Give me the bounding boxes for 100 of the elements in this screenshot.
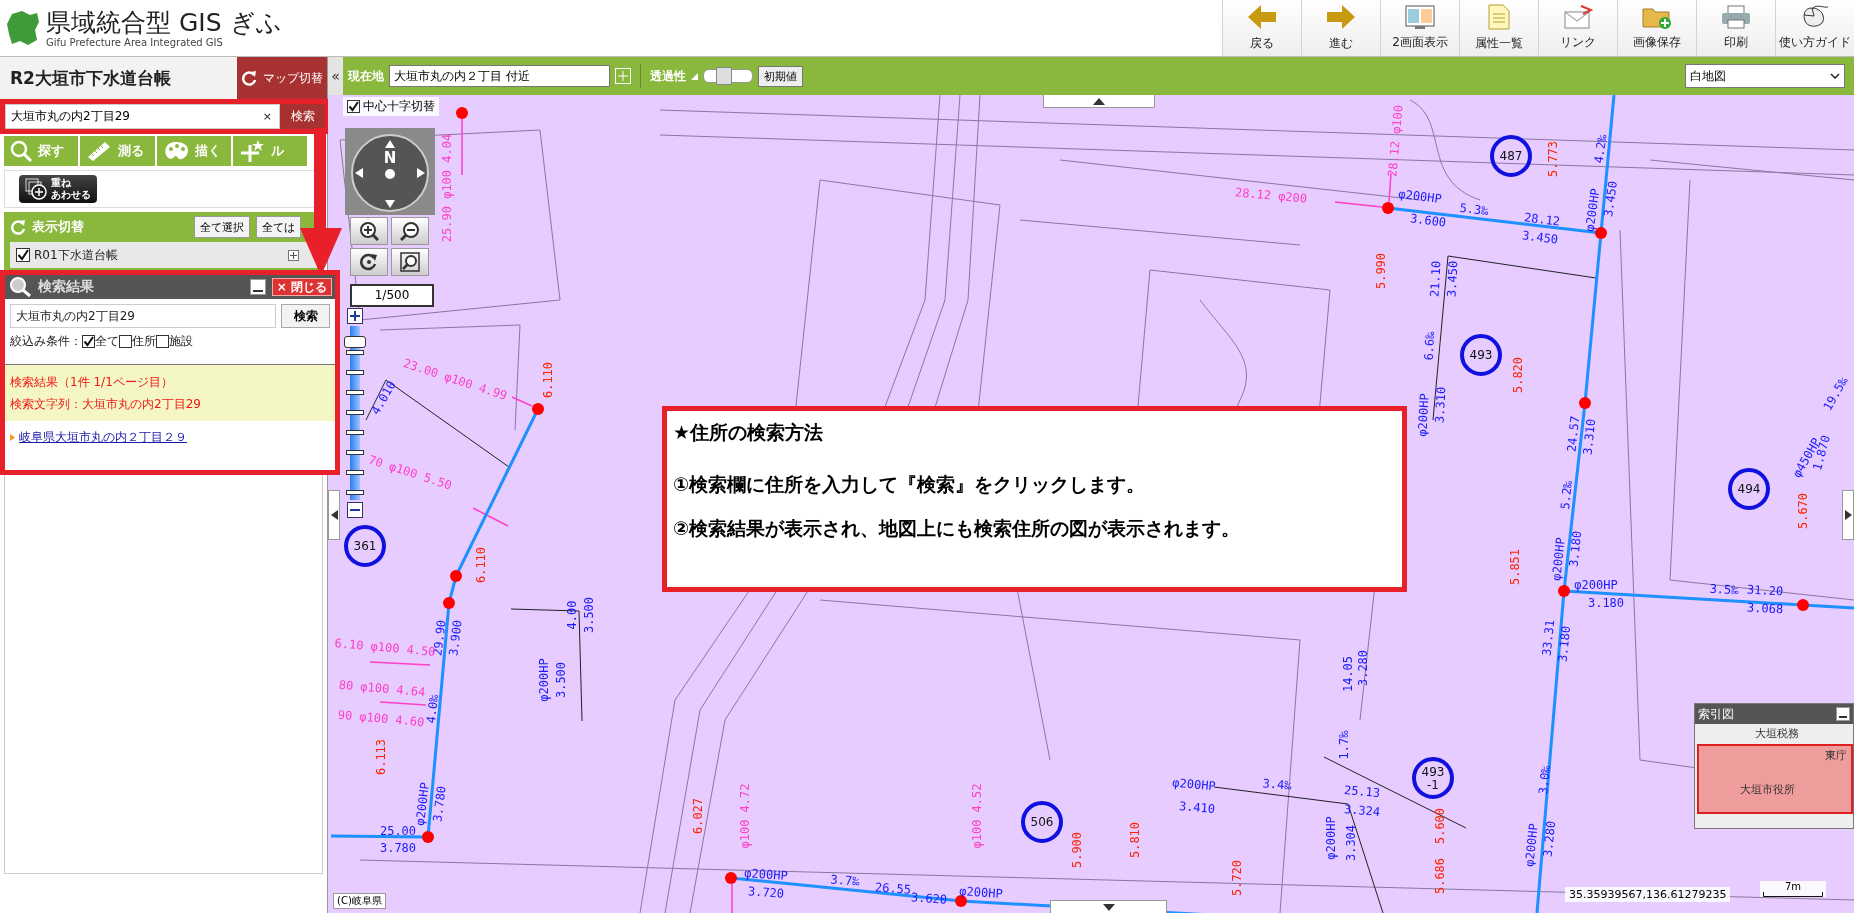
filter-option: 全て: [95, 333, 119, 350]
down-triangle-icon[interactable]: [1102, 903, 1115, 911]
slider-thumb[interactable]: [715, 67, 732, 85]
toolbar-button[interactable]: 画像保存: [1617, 0, 1696, 56]
minimize-icon[interactable]: [249, 279, 266, 295]
overlay-button[interactable]: 重ね あわせる: [19, 175, 97, 203]
pipe-label: 3.620: [910, 890, 948, 907]
left-triangle-icon[interactable]: [330, 510, 338, 520]
lateral-pipe: [379, 701, 427, 706]
manhole-point: [725, 872, 737, 884]
search-string: 検索文字列：大垣市丸の内2丁目29: [10, 396, 202, 413]
pipe-label: 3.180: [1566, 530, 1585, 568]
lateral-pipe: [1334, 201, 1383, 208]
pipe-label: φ200HP: [1415, 392, 1432, 437]
checkbox[interactable]: [16, 248, 30, 262]
up-triangle-icon[interactable]: [1093, 97, 1105, 105]
zoom-out-button[interactable]: [347, 502, 363, 518]
pipe-label: 6.027: [690, 797, 705, 835]
toolbar-button[interactable]: 使い方ガイド: [1775, 0, 1854, 56]
result-link[interactable]: 岐阜県大垣市丸の内２丁目２９: [19, 429, 187, 446]
pipe-label: 5.686: [1432, 857, 1447, 895]
rotate-icon: [359, 252, 379, 272]
split-screen-icon: [1405, 5, 1435, 29]
close-button[interactable]: × 閉じる: [271, 278, 332, 296]
place-label: 東庁: [1825, 748, 1847, 763]
transparency-slider[interactable]: [703, 69, 753, 83]
right-triangle-icon[interactable]: [1844, 510, 1852, 520]
pipe-label: φ200HP: [1323, 816, 1338, 860]
pipe-label: 3.500: [553, 661, 568, 699]
map-tool-button[interactable]: [391, 217, 429, 245]
map-tool-button[interactable]: [391, 248, 429, 276]
toolbar-button[interactable]: 進む: [1301, 0, 1380, 56]
app-subtitle: Gifu Prefecture Area Integrated GIS: [46, 36, 224, 48]
toolbar-button[interactable]: 戻る: [1222, 0, 1301, 56]
pipe-label: 3.900: [446, 619, 465, 657]
prefecture-map-icon: [6, 10, 40, 46]
callout-heading: ★住所の検索方法: [673, 420, 825, 445]
search-field[interactable]: 大垣市丸の内2丁目29: [10, 304, 276, 328]
toolbar-button[interactable]: 2画面表示: [1380, 0, 1459, 56]
pipe-label: 5.900: [1069, 831, 1084, 869]
pipe-label: 31.20: [1746, 582, 1784, 599]
pipe-label: 3.780: [379, 840, 417, 855]
pipe-label: 25.90 φ100 4.04: [439, 133, 454, 243]
toolbar-button[interactable]: 印刷: [1696, 0, 1775, 56]
pipe-label: 3.280: [1540, 820, 1559, 858]
minimize-icon[interactable]: [1836, 707, 1850, 721]
checkbox[interactable]: [347, 100, 360, 113]
route-star-icon: [238, 139, 265, 163]
map-tool-button[interactable]: [350, 217, 388, 245]
pipe-label: 5.810: [1127, 821, 1142, 859]
toolbar-button[interactable]: 属性一覧: [1459, 0, 1538, 56]
search-button[interactable]: 検索: [280, 104, 325, 129]
ruler-icon: [86, 140, 113, 162]
pipe-label: 5.2‰: [1558, 479, 1575, 511]
expand-icon[interactable]: [288, 249, 299, 261]
pipe-label: φ200HP: [1582, 187, 1603, 233]
pipe-label: 28.12 φ100: [1385, 104, 1406, 178]
app-title: 県域統合型 GIS ぎふ: [46, 8, 282, 37]
magnifier-icon: [8, 276, 32, 298]
pipe-label: 3.4‰: [1262, 776, 1293, 793]
zoom-in-button[interactable]: [347, 308, 363, 324]
reset-button[interactable]: 初期値: [758, 65, 803, 87]
pipe-label: φ200HP: [1574, 577, 1618, 592]
select-button[interactable]: 全ては: [256, 216, 301, 238]
search-button[interactable]: 検索: [281, 304, 330, 328]
manhole-marker: 487: [1490, 135, 1532, 177]
pipe-label: 25.13: [1343, 782, 1381, 801]
pipe-label: 5.720: [1229, 859, 1244, 897]
envelope-icon: [1563, 5, 1593, 29]
pipe-label: 3.324: [1343, 801, 1381, 820]
triangle-icon: [691, 72, 698, 80]
map-tool-button[interactable]: [350, 248, 388, 276]
manhole-point: [532, 403, 544, 415]
select-button[interactable]: 全て選択: [194, 216, 250, 238]
checkbox[interactable]: [82, 335, 95, 348]
checkbox[interactable]: [156, 335, 169, 348]
collapse-button[interactable]: «: [328, 57, 343, 95]
map-switch-button[interactable]: マップ切替: [237, 57, 327, 99]
checkbox[interactable]: [119, 335, 132, 348]
magnifier-icon: [10, 140, 32, 162]
manhole-point: [450, 570, 462, 582]
search-field[interactable]: 大垣市丸の内2丁目29 ×: [5, 104, 280, 129]
clear-button[interactable]: ×: [255, 110, 279, 123]
pipe-label: 5.851: [1507, 548, 1522, 586]
pipe-label: 3.410: [1178, 798, 1216, 817]
lateral-pipe: [369, 661, 431, 666]
panel-title: 索引図: [1698, 705, 1734, 723]
base-map-dropdown[interactable]: 白地図: [1685, 64, 1845, 88]
scale-bar-icon: [1763, 892, 1823, 897]
document-list-icon: [1488, 4, 1510, 30]
pipe-label: 3.720: [747, 884, 785, 901]
pipe-label: 5.990: [1373, 252, 1388, 290]
scale-display: 1/500: [350, 284, 434, 307]
toolbar-button[interactable]: リンク: [1538, 0, 1617, 56]
manhole-point: [1797, 599, 1809, 611]
compass-control[interactable]: N: [345, 128, 435, 215]
zoom-slider-thumb[interactable]: [344, 335, 366, 348]
manhole-marker: 506: [1021, 801, 1063, 843]
manhole-marker: 361: [344, 525, 386, 567]
pipe-label: 3.600: [1409, 211, 1447, 230]
